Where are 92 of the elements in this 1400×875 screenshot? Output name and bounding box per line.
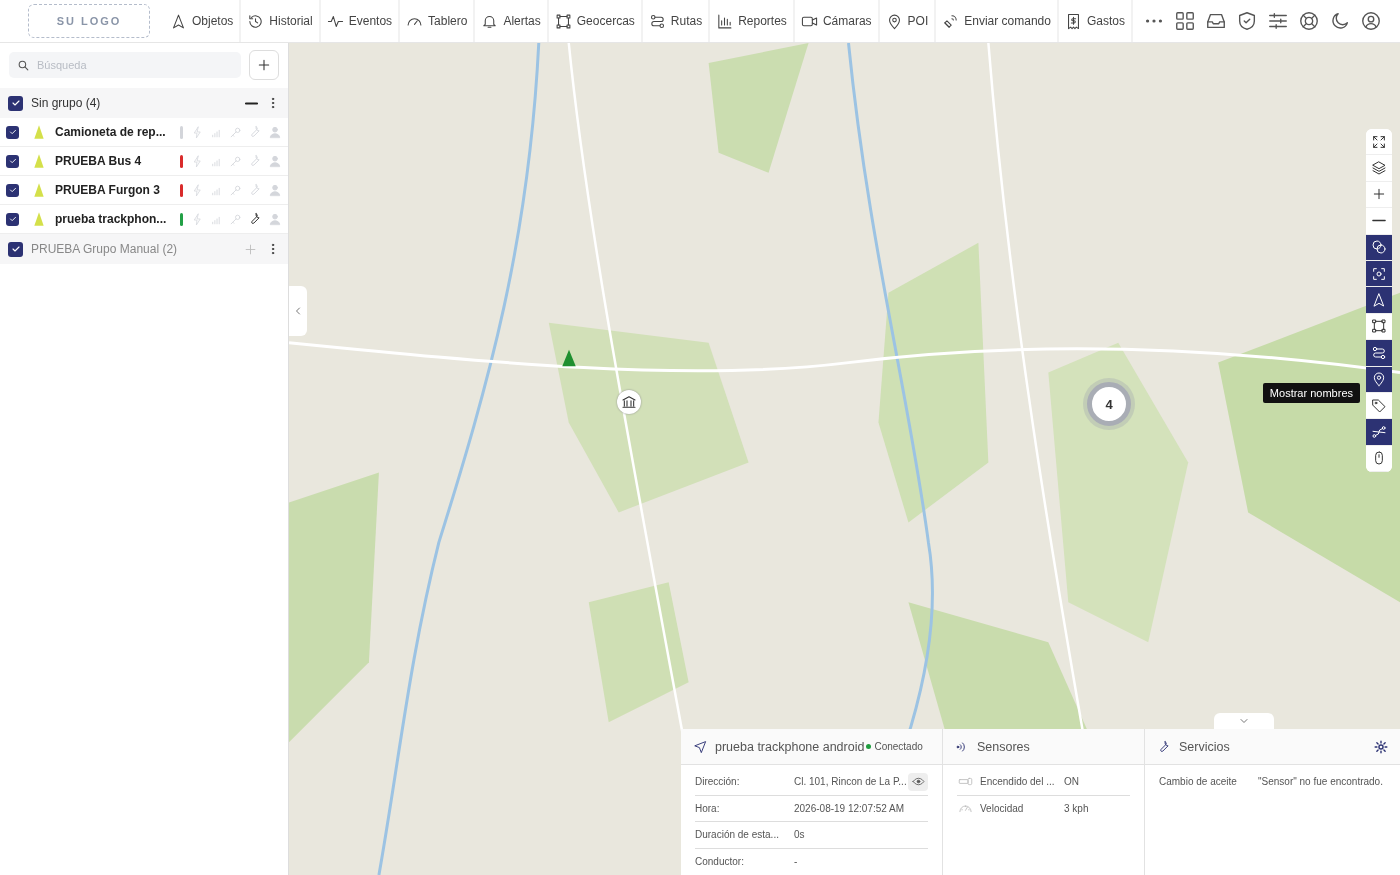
fullscreen-icon bbox=[1371, 133, 1387, 150]
collapse-handle[interactable] bbox=[289, 286, 307, 336]
bank-icon bbox=[621, 394, 637, 410]
check-icon bbox=[7, 214, 18, 224]
map-control-button[interactable] bbox=[1366, 260, 1392, 288]
map-control-button[interactable] bbox=[1366, 234, 1392, 261]
history-icon bbox=[247, 12, 265, 30]
vehicle-row[interactable]: PRUEBA Bus 4 bbox=[0, 147, 288, 176]
person-icon bbox=[268, 125, 282, 139]
field-label: Conductor: bbox=[695, 855, 745, 867]
route-icon bbox=[1371, 344, 1387, 361]
map-control-button[interactable] bbox=[1366, 419, 1392, 446]
service-value: "Sensor" no fue encontrado. bbox=[1258, 776, 1384, 788]
settings-icon[interactable] bbox=[1374, 739, 1388, 754]
check-icon bbox=[7, 127, 18, 137]
bolt-icon bbox=[191, 183, 204, 197]
map-pin-icon bbox=[1371, 371, 1387, 388]
add-button[interactable] bbox=[249, 50, 279, 80]
vehicle-name: prueba trackphon... bbox=[55, 212, 168, 226]
navigation-arrow-icon bbox=[170, 12, 187, 30]
field-value: Cl. 101, Rincon de La P... bbox=[794, 776, 908, 788]
key-icon bbox=[229, 212, 242, 226]
vehicle-row[interactable]: PRUEBA Furgon 3 bbox=[0, 176, 288, 205]
checkbox[interactable] bbox=[6, 154, 19, 168]
map-control-button[interactable] bbox=[1366, 287, 1392, 314]
field-label: Hora: bbox=[695, 802, 721, 814]
vehicle-name: PRUEBA Furgon 3 bbox=[55, 183, 161, 197]
collapse-icon[interactable] bbox=[245, 101, 258, 105]
square-nodes-icon bbox=[554, 12, 572, 30]
search-icon bbox=[17, 59, 30, 72]
sensor-name: Velocidad bbox=[980, 802, 1024, 814]
logo-text: SU LOGO bbox=[56, 15, 122, 27]
navigation-arrow-icon bbox=[693, 739, 707, 754]
person-icon bbox=[268, 154, 282, 168]
route-icon bbox=[648, 12, 666, 30]
overlap-circles-icon bbox=[1371, 239, 1387, 256]
layers-icon bbox=[1371, 160, 1387, 177]
map-control-button[interactable] bbox=[1366, 340, 1392, 367]
map-control-button[interactable] bbox=[1366, 129, 1392, 156]
bolt-icon bbox=[191, 154, 204, 168]
sensor-value: ON bbox=[1064, 776, 1080, 788]
bolt-icon bbox=[191, 212, 204, 226]
checkbox[interactable] bbox=[6, 125, 19, 139]
person-icon bbox=[268, 183, 282, 197]
view-button[interactable] bbox=[908, 772, 928, 791]
vehicle-row[interactable]: Camioneta de rep... bbox=[0, 118, 288, 147]
panel-toggle[interactable] bbox=[1214, 713, 1274, 729]
object-name: prueba trackphone android bbox=[715, 739, 865, 754]
key-icon bbox=[229, 125, 242, 139]
sensor-value: 3 kph bbox=[1064, 802, 1090, 814]
status-label: Conectado bbox=[874, 741, 923, 752]
sensor-name: Encendido del ... bbox=[980, 776, 1055, 788]
field-label: Dirección: bbox=[695, 776, 741, 788]
focus-icon bbox=[1371, 265, 1387, 282]
group-name: PRUEBA Grupo Manual (2) bbox=[31, 242, 179, 256]
tag-icon bbox=[1371, 397, 1387, 414]
vehicle-name: PRUEBA Bus 4 bbox=[55, 154, 143, 168]
section-title: Sensores bbox=[977, 739, 1030, 754]
checkbox[interactable] bbox=[6, 183, 19, 197]
share-route-icon bbox=[1371, 424, 1387, 440]
square-nodes-icon bbox=[1371, 318, 1387, 335]
plus-icon bbox=[256, 57, 272, 73]
checkbox[interactable] bbox=[8, 95, 23, 111]
service-name: Cambio de aceite bbox=[1159, 776, 1238, 788]
zoom-out-icon bbox=[1372, 219, 1386, 223]
field-value: - bbox=[794, 855, 799, 867]
vehicle-name: Camioneta de rep... bbox=[55, 125, 167, 139]
field-value: 0s bbox=[794, 829, 806, 841]
check-icon bbox=[7, 156, 18, 166]
check-icon bbox=[7, 185, 18, 195]
group-header[interactable]: Sin grupo (4) bbox=[0, 88, 288, 118]
search-field[interactable]: Búsqueda bbox=[9, 52, 241, 78]
group-name: Sin grupo (4) bbox=[31, 96, 102, 110]
sliders-icon[interactable] bbox=[1266, 10, 1289, 32]
checkbox[interactable] bbox=[8, 241, 23, 257]
tooltip: Mostrar nombres bbox=[1262, 383, 1360, 403]
key-icon bbox=[229, 154, 242, 168]
lifebuoy-icon[interactable] bbox=[1297, 10, 1320, 32]
key-icon bbox=[229, 183, 242, 197]
user-icon[interactable] bbox=[1359, 10, 1382, 32]
checkbox[interactable] bbox=[6, 212, 19, 226]
bar-chart-icon bbox=[716, 12, 734, 30]
wrench-icon bbox=[1157, 739, 1171, 754]
map-control-button[interactable] bbox=[1366, 366, 1392, 393]
field-label: Duración de esta... bbox=[695, 829, 780, 841]
bolt-icon bbox=[191, 125, 204, 139]
person-icon bbox=[268, 212, 282, 226]
field-value: 2026-08-19 12:07:52 AM bbox=[794, 802, 906, 814]
satellite-icon bbox=[942, 12, 960, 30]
section-title: Servicios bbox=[1179, 739, 1230, 754]
navigation-arrow-icon bbox=[1371, 292, 1387, 309]
grid-icon[interactable] bbox=[1173, 10, 1196, 32]
